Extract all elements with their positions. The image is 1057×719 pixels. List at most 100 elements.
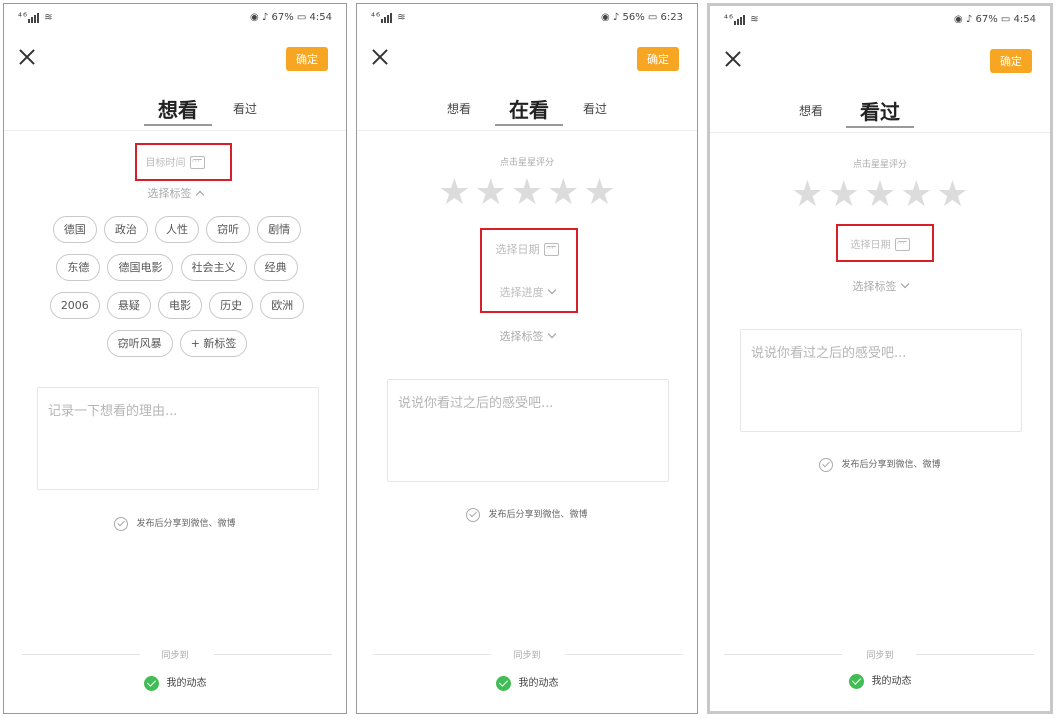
- highlight-box: [836, 224, 934, 262]
- tag-chip[interactable]: 社会主义: [180, 254, 247, 281]
- tab-indicator: [144, 124, 212, 126]
- tag-row: 东德 德国电影 社会主义 经典: [36, 254, 318, 292]
- choose-tags-toggle[interactable]: 选择标签: [710, 278, 1050, 294]
- wifi-icon: ≋: [750, 14, 760, 25]
- tab-want[interactable]: 想看: [158, 94, 198, 123]
- check-icon: [848, 673, 864, 689]
- star-icon[interactable]: ★: [475, 175, 507, 211]
- confirm-button[interactable]: 确定: [286, 47, 328, 71]
- tag-chip[interactable]: 政治: [103, 216, 148, 243]
- clock: 4:54: [1013, 14, 1036, 25]
- chevron-down-icon: [900, 279, 909, 289]
- star-icon[interactable]: ★: [900, 177, 932, 213]
- mute-icon: ♪: [612, 12, 620, 23]
- battery-icon: ▭: [296, 12, 307, 23]
- tag-row: 2006 悬疑 电影 历史 欧洲: [36, 292, 318, 330]
- note-input[interactable]: [37, 387, 319, 490]
- tag-chip[interactable]: 悬疑: [106, 292, 151, 319]
- tab-bar: 想看 在看 看过: [357, 92, 697, 126]
- tag-chip[interactable]: 历史: [209, 292, 254, 319]
- note-input[interactable]: [740, 329, 1022, 432]
- tag-chip[interactable]: 2006: [49, 292, 100, 319]
- share-toggle[interactable]: 发布后分享到微信、微博: [710, 457, 1050, 472]
- divider: [357, 130, 697, 131]
- sync-label: 同步到: [866, 651, 894, 661]
- tag-chip[interactable]: 德国电影: [107, 254, 174, 281]
- tag-chip[interactable]: 德国: [52, 216, 97, 243]
- tag-chip[interactable]: 人性: [155, 216, 199, 243]
- tag-row: 窃听风暴 + 新标签: [36, 330, 318, 368]
- star-rating[interactable]: ★ ★ ★ ★ ★: [710, 177, 1050, 213]
- close-icon[interactable]: [371, 48, 389, 66]
- sync-label: 同步到: [513, 651, 541, 661]
- tab-watched[interactable]: 看过: [583, 100, 607, 117]
- battery-level: 67%: [271, 12, 294, 23]
- share-toggle[interactable]: 发布后分享到微信、微博: [4, 516, 346, 531]
- my-feed-label: 我的动态: [518, 678, 559, 689]
- my-feed-label: 我的动态: [871, 676, 912, 687]
- close-icon[interactable]: [18, 48, 36, 66]
- choose-tags-toggle[interactable]: 选择标签: [357, 328, 697, 344]
- close-icon[interactable]: [724, 50, 742, 68]
- check-icon: [143, 675, 159, 691]
- tab-watched[interactable]: 看过: [860, 96, 900, 125]
- star-icon[interactable]: ★: [864, 177, 896, 213]
- my-feed-toggle[interactable]: 我的动态: [710, 672, 1050, 689]
- share-label: 发布后分享到微信、微博: [488, 510, 588, 520]
- battery-level: 56%: [622, 12, 645, 23]
- tab-want[interactable]: 想看: [799, 102, 823, 119]
- star-icon[interactable]: ★: [583, 175, 615, 211]
- status-right: ◉ ♪ 56% ▭ 6:23: [601, 12, 683, 23]
- star-icon[interactable]: ★: [511, 175, 543, 211]
- choose-tags-label: 选择标签: [499, 330, 544, 343]
- tag-chip[interactable]: 电影: [158, 292, 202, 319]
- confirm-button[interactable]: 确定: [637, 47, 679, 71]
- choose-tags-label: 选择标签: [852, 280, 897, 293]
- rating-hint: 点击星星评分: [852, 160, 907, 170]
- my-feed-toggle[interactable]: 我的动态: [357, 674, 697, 691]
- tab-bar: 想看 看过: [710, 94, 1050, 128]
- new-tag-button[interactable]: + 新标签: [179, 330, 248, 357]
- chevron-up-icon: [195, 190, 204, 200]
- tab-watching[interactable]: 在看: [509, 94, 549, 123]
- mute-icon: ♪: [261, 12, 269, 23]
- tag-chip[interactable]: 窃听风暴: [106, 330, 173, 357]
- clock: 6:23: [660, 12, 683, 23]
- star-icon[interactable]: ★: [936, 177, 968, 213]
- star-icon[interactable]: ★: [547, 175, 579, 211]
- mute-icon: ♪: [965, 14, 973, 25]
- battery-icon: ▭: [647, 12, 658, 23]
- status-right: ◉ ♪ 67% ▭ 4:54: [250, 12, 332, 23]
- choose-tags-toggle[interactable]: 选择标签: [4, 185, 346, 201]
- tag-chip[interactable]: 经典: [253, 254, 298, 281]
- tag-list: 德国 政治 人性 窃听 剧情 东德 德国电影 社会主义 经典 2006 悬疑 电…: [36, 216, 318, 368]
- note-input[interactable]: [387, 379, 669, 482]
- star-icon[interactable]: ★: [438, 175, 470, 211]
- eye-icon: ◉: [953, 14, 963, 25]
- tag-chip[interactable]: 东德: [56, 254, 101, 281]
- tab-indicator: [846, 126, 914, 128]
- star-icon[interactable]: ★: [828, 177, 860, 213]
- tag-row: 德国 政治 人性 窃听 剧情: [36, 216, 318, 254]
- tab-watched[interactable]: 看过: [233, 100, 257, 117]
- check-circle-icon: [466, 507, 481, 522]
- share-label: 发布后分享到微信、微博: [136, 519, 236, 529]
- my-feed-label: 我的动态: [166, 678, 207, 689]
- tag-chip[interactable]: 窃听: [206, 216, 251, 243]
- share-toggle[interactable]: 发布后分享到微信、微博: [357, 507, 697, 522]
- status-right: ◉ ♪ 67% ▭ 4:54: [954, 14, 1036, 25]
- star-icon[interactable]: ★: [791, 177, 823, 213]
- battery-level: 67%: [975, 14, 998, 25]
- tab-want[interactable]: 想看: [447, 100, 471, 117]
- signal-icon: ⁴⁶ ≋: [18, 12, 54, 23]
- screen-want-to-watch: ⁴⁶ ≋ ◉ ♪ 67% ▭ 4:54 确定 想看 看过 目标时间 选择标签 德…: [3, 3, 347, 714]
- chevron-down-icon: [547, 329, 556, 339]
- confirm-button[interactable]: 确定: [990, 49, 1032, 73]
- eye-icon: ◉: [600, 12, 610, 23]
- screen-watched: ⁴⁶ ≋ ◉ ♪ 67% ▭ 4:54 确定 想看 看过 点击星星评分 ★ ★ ★ ★…: [707, 3, 1053, 714]
- my-feed-toggle[interactable]: 我的动态: [4, 674, 346, 691]
- tag-chip[interactable]: 剧情: [257, 216, 302, 243]
- tag-chip[interactable]: 欧洲: [260, 292, 305, 319]
- star-rating[interactable]: ★ ★ ★ ★ ★: [357, 175, 697, 211]
- screen-watching: ⁴⁶ ≋ ◉ ♪ 56% ▭ 6:23 确定 想看 在看 看过 点击星星评分 ★…: [356, 3, 698, 714]
